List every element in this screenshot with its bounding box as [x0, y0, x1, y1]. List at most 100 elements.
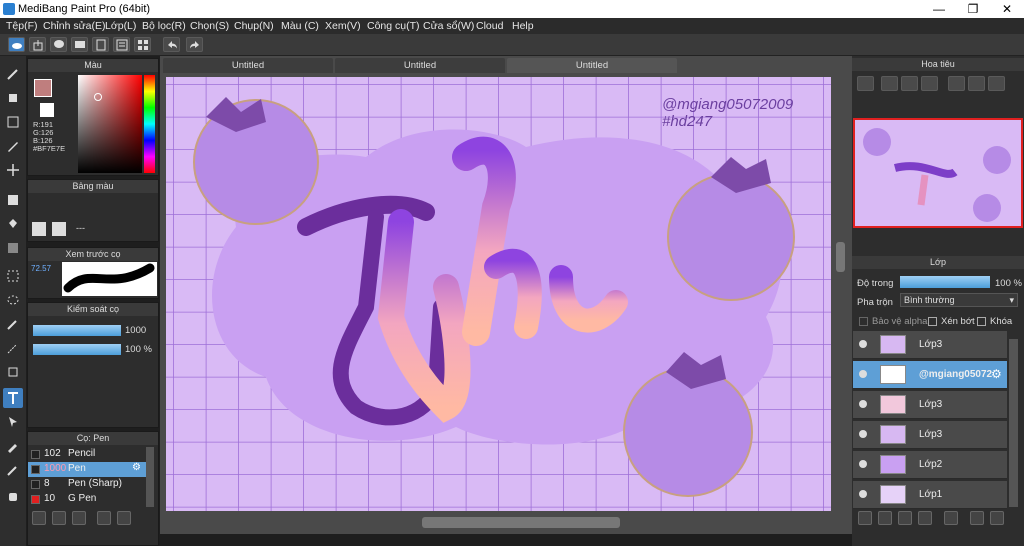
layer-list-scrollbar[interactable] [1009, 339, 1018, 507]
layer-menu-icon[interactable] [918, 511, 932, 525]
grid-icon[interactable] [134, 37, 151, 52]
menu-select[interactable]: Chọn(S) [190, 20, 229, 32]
canvas-vertical-scrollbar[interactable] [836, 242, 845, 272]
menu-layer[interactable]: Lớp(L) [105, 20, 136, 32]
protect-alpha-checkbox[interactable] [859, 317, 868, 326]
close-button[interactable]: ✕ [990, 0, 1024, 18]
copy-brush-icon[interactable] [97, 511, 111, 525]
minimize-button[interactable]: — [922, 0, 956, 18]
fit-icon[interactable] [901, 76, 918, 91]
new-layer-3-icon[interactable] [898, 511, 912, 525]
visibility-icon[interactable] [859, 460, 867, 468]
text-tool-icon[interactable] [3, 388, 23, 408]
menu-filter[interactable]: Bộ lọc(R) [142, 20, 186, 32]
new-layer-2-icon[interactable] [878, 511, 892, 525]
artwork-canvas[interactable] [166, 77, 831, 511]
visibility-icon[interactable] [859, 400, 867, 408]
layer-row[interactable]: Lớp2 [853, 451, 1007, 479]
menu-file[interactable]: Tệp(F) [6, 20, 38, 32]
new-layer-icon[interactable] [858, 511, 872, 525]
select-tool-icon[interactable] [3, 266, 23, 286]
layer-row[interactable]: Lớp3 [853, 421, 1007, 449]
fullscreen-icon[interactable] [968, 76, 985, 91]
menu-cloud[interactable]: Cloud [476, 20, 503, 32]
color-picker-cursor[interactable] [94, 93, 102, 101]
canvas-horizontal-scrollbar[interactable] [422, 517, 620, 528]
menu-color[interactable]: Màu (C) [281, 20, 319, 32]
rotate-icon[interactable] [948, 76, 965, 91]
menu-view[interactable]: Xem(V) [325, 20, 361, 32]
brush-settings-icon[interactable] [32, 511, 46, 525]
delete-palette-icon[interactable] [52, 222, 66, 236]
tab-untitled-2[interactable]: Untitled [335, 58, 505, 73]
layer-row[interactable]: Lớp1 [853, 481, 1007, 509]
brush-list-scrollbar[interactable] [146, 447, 154, 507]
message-icon[interactable] [71, 37, 88, 52]
clipping-checkbox[interactable] [928, 317, 937, 326]
zoom-out-icon[interactable] [921, 76, 938, 91]
blend-mode-select[interactable]: Bình thường ▾ [900, 293, 1018, 307]
magic-wand-tool-icon[interactable] [3, 314, 23, 334]
menu-window[interactable]: Cửa sổ(W) [423, 20, 474, 32]
merge-layer-icon[interactable] [990, 511, 1004, 525]
rectangle-tool-icon[interactable] [3, 112, 23, 132]
brush-item-selected[interactable]: 1000 Pen ⚙ [28, 462, 146, 477]
document-icon[interactable] [92, 37, 109, 52]
undo-icon[interactable] [163, 37, 180, 52]
eraser-tool-icon[interactable] [3, 88, 23, 108]
menu-capture[interactable]: Chụp(N) [234, 20, 274, 32]
brush-opacity-slider[interactable] [33, 344, 121, 355]
pen-tool-icon[interactable] [3, 136, 23, 156]
menu-help[interactable]: Help [512, 20, 534, 32]
zoom-in-icon[interactable] [857, 76, 874, 91]
brush-item[interactable]: 102 Pencil [28, 447, 146, 462]
redo-icon[interactable] [186, 37, 203, 52]
brush-menu-icon[interactable] [72, 511, 86, 525]
new-brush-icon[interactable] [52, 511, 66, 525]
comment-icon[interactable] [50, 37, 67, 52]
menu-tools[interactable]: Công cụ(T) [367, 20, 420, 32]
brush-item[interactable]: 10 G Pen [28, 492, 146, 507]
background-swatch[interactable] [40, 103, 54, 117]
brush-tool-icon[interactable] [3, 64, 23, 84]
share-icon[interactable] [29, 37, 46, 52]
layer-opacity-slider[interactable] [900, 276, 990, 288]
fill-rect-tool-icon[interactable] [3, 190, 23, 210]
lasso-tool-icon[interactable] [3, 290, 23, 310]
menu-edit[interactable]: Chỉnh sửa(E) [43, 20, 105, 32]
layer-folder-icon[interactable] [944, 511, 958, 525]
select-pen-tool-icon[interactable] [3, 338, 23, 358]
cloud-icon[interactable] [8, 37, 25, 52]
move-tool-icon[interactable] [3, 160, 23, 180]
hue-slider[interactable] [144, 75, 155, 173]
layer-row[interactable]: Lớp3 [853, 391, 1007, 419]
duplicate-layer-icon[interactable] [970, 511, 984, 525]
brush-size-slider[interactable] [33, 325, 121, 336]
gear-icon[interactable]: ⚙ [991, 367, 1002, 381]
add-palette-icon[interactable] [32, 222, 46, 236]
brush-item[interactable]: 8 Pen (Sharp) [28, 477, 146, 492]
operation-tool-icon[interactable] [3, 412, 23, 432]
visibility-icon[interactable] [859, 490, 867, 498]
visibility-icon[interactable] [859, 430, 867, 438]
hand-tool-icon[interactable] [3, 486, 23, 506]
lock-checkbox[interactable] [977, 317, 986, 326]
bucket-tool-icon[interactable] [3, 214, 23, 234]
zoom-in-2-icon[interactable] [881, 76, 898, 91]
visibility-icon[interactable] [859, 340, 867, 348]
reset-view-icon[interactable] [988, 76, 1005, 91]
tab-untitled-3[interactable]: Untitled [507, 58, 677, 73]
eyedropper-tool-icon[interactable] [3, 436, 23, 456]
dropper2-tool-icon[interactable] [3, 460, 23, 480]
visibility-icon[interactable] [859, 370, 867, 378]
foreground-swatch[interactable] [34, 79, 52, 97]
maximize-button[interactable]: ❐ [956, 0, 990, 18]
tab-untitled-1[interactable]: Untitled [163, 58, 333, 73]
select-eraser-tool-icon[interactable] [3, 362, 23, 382]
list-icon[interactable] [113, 37, 130, 52]
layer-row-selected[interactable]: @mgiang05072 ⚙ [853, 361, 1007, 389]
gear-icon[interactable]: ⚙ [132, 462, 141, 473]
layer-row[interactable]: Lớp3 [853, 331, 1007, 359]
palette-dropdown[interactable]: --- [76, 223, 85, 233]
brush-folder-icon[interactable] [117, 511, 131, 525]
